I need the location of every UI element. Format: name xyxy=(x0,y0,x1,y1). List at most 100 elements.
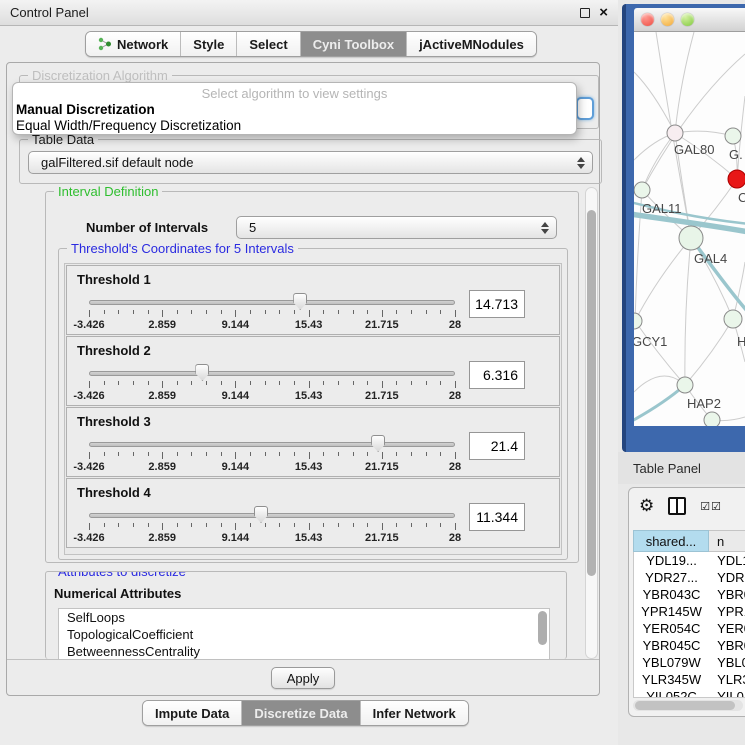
float-window-icon[interactable] xyxy=(580,8,590,18)
network-node-GAL4[interactable] xyxy=(679,226,703,250)
algorithm-menu-item[interactable]: Equal Width/Frequency Discretization xyxy=(13,118,576,134)
tab-select[interactable]: Select xyxy=(237,32,300,56)
zoom-traffic-light-icon[interactable] xyxy=(681,13,694,26)
table-cell[interactable]: YBR043C xyxy=(634,586,709,603)
table-cell[interactable]: YDL19... xyxy=(634,552,709,569)
table-scrollbar-thumb[interactable] xyxy=(635,701,735,710)
table-cell[interactable]: YLR345W xyxy=(634,671,709,688)
network-edge[interactable] xyxy=(635,190,642,321)
number-of-intervals-combobox[interactable]: 5 xyxy=(236,216,557,239)
slider-thumb[interactable] xyxy=(371,435,385,452)
network-node[interactable] xyxy=(704,412,720,426)
table-row[interactable]: YER054CYER0 xyxy=(634,620,745,637)
table-row[interactable]: YPR145WYPR1 xyxy=(634,603,745,620)
threshold-slider[interactable]: -3.4262.8599.14415.4321.71528 xyxy=(89,337,455,407)
select-columns-icon[interactable]: ☑☑ xyxy=(700,500,722,513)
network-node-GAL80[interactable] xyxy=(667,125,683,141)
network-node-HAP2[interactable] xyxy=(677,377,693,393)
slider-thumb[interactable] xyxy=(293,293,307,310)
network-edge[interactable] xyxy=(642,54,745,190)
network-edge[interactable] xyxy=(635,321,685,385)
slider-track[interactable] xyxy=(89,300,455,305)
network-edge[interactable] xyxy=(685,319,733,385)
algorithm-menu-item[interactable]: Manual Discretization xyxy=(13,102,576,118)
table-cell[interactable]: YDR27... xyxy=(634,569,709,586)
numerical-attributes-list[interactable]: SelfLoopsTopologicalCoefficientBetweenne… xyxy=(58,608,550,659)
table-cell[interactable]: YDL1 xyxy=(709,552,745,569)
threshold-value-field[interactable]: 6.316 xyxy=(469,361,525,389)
table-cell[interactable]: YBR0 xyxy=(709,637,745,654)
tab-cyni-toolbox[interactable]: Cyni Toolbox xyxy=(301,32,407,56)
network-node-C[interactable] xyxy=(728,170,745,188)
slider-track[interactable] xyxy=(89,442,455,447)
apply-button[interactable]: Apply xyxy=(271,667,335,689)
table-row[interactable]: YDL19...YDL1 xyxy=(634,552,745,569)
network-edge-highlighted[interactable] xyxy=(691,238,745,312)
tab-impute-data[interactable]: Impute Data xyxy=(143,701,242,725)
attribute-list-item[interactable]: SelfLoops xyxy=(59,609,549,626)
table-cell[interactable]: YBR045C xyxy=(634,637,709,654)
table-cell[interactable]: YBL0 xyxy=(709,654,745,671)
table-row[interactable]: YDR27...YDR2 xyxy=(634,569,745,586)
threshold-slider[interactable]: -3.4262.8599.14415.4321.71528 xyxy=(89,408,455,478)
network-node-GCY1[interactable] xyxy=(634,313,642,329)
gear-icon[interactable]: ⚙ xyxy=(639,496,654,516)
algorithm-combobox-focused[interactable] xyxy=(576,97,594,120)
network-node-H[interactable] xyxy=(724,310,742,328)
network-edge[interactable] xyxy=(675,131,733,136)
network-edge[interactable] xyxy=(634,72,675,133)
table-cell[interactable]: YER054C xyxy=(634,620,709,637)
minimize-traffic-light-icon[interactable] xyxy=(661,13,674,26)
threshold-value-field[interactable]: 14.713 xyxy=(469,290,525,318)
threshold-value-field[interactable]: 11.344 xyxy=(469,503,525,531)
table-cell[interactable]: YPR145W xyxy=(634,603,709,620)
table-cell[interactable]: YPR1 xyxy=(709,603,745,620)
tab-discretize-data[interactable]: Discretize Data xyxy=(242,701,360,725)
attribute-list-item[interactable]: BetweennessCentrality xyxy=(59,643,549,659)
network-edge[interactable] xyxy=(675,32,694,133)
table-row[interactable]: YBR045CYBR0 xyxy=(634,637,745,654)
list-scrollbar[interactable] xyxy=(538,611,547,645)
network-edge[interactable] xyxy=(685,238,691,385)
slider-thumb[interactable] xyxy=(254,506,268,523)
tab-network[interactable]: Network xyxy=(86,32,181,56)
table-cell[interactable]: YBL079W xyxy=(634,654,709,671)
network-canvas[interactable]: GAL80G.CGAL11GAL4GCY1HHAP2 xyxy=(634,32,745,426)
table-horizontal-scrollbar[interactable] xyxy=(633,700,743,711)
tab-style[interactable]: Style xyxy=(181,32,237,56)
table-row[interactable]: YBL079WYBL0 xyxy=(634,654,745,671)
panel-scrollbar[interactable] xyxy=(585,187,598,659)
network-window-titlebar[interactable] xyxy=(634,8,745,32)
split-panel-icon[interactable] xyxy=(668,497,686,515)
column-header[interactable]: n xyxy=(709,530,745,552)
table-cell[interactable]: YIL0 xyxy=(709,688,745,698)
table-cell[interactable]: YDR2 xyxy=(709,569,745,586)
network-node-GAL11[interactable] xyxy=(634,182,650,198)
column-header[interactable]: shared... xyxy=(633,530,709,552)
table-cell[interactable]: YIL052C xyxy=(634,688,709,698)
network-node-label: GAL11 xyxy=(642,201,682,216)
tab-jactivemnodules[interactable]: jActiveMNodules xyxy=(407,32,536,56)
close-icon[interactable]: × xyxy=(599,8,608,18)
table-row[interactable]: YLR345WYLR3 xyxy=(634,671,745,688)
threshold-slider[interactable]: -3.4262.8599.14415.4321.71528 xyxy=(89,479,455,549)
threshold-slider[interactable]: -3.4262.8599.14415.4321.71528 xyxy=(89,266,455,336)
table-data-combobox[interactable]: galFiltered.sif default node xyxy=(28,151,593,174)
close-traffic-light-icon[interactable] xyxy=(641,13,654,26)
tab-infer-network[interactable]: Infer Network xyxy=(361,701,468,725)
table-row[interactable]: YBR043CYBR0 xyxy=(634,586,745,603)
slider-track[interactable] xyxy=(89,371,455,376)
table-row[interactable]: YIL052CYIL0 xyxy=(634,688,745,698)
table-cell[interactable]: YLR3 xyxy=(709,671,745,688)
panel-scrollbar-thumb[interactable] xyxy=(587,210,596,576)
network-edge[interactable] xyxy=(635,238,691,321)
network-edge-highlighted[interactable] xyxy=(634,385,685,422)
slider-thumb[interactable] xyxy=(195,364,209,381)
network-node-G[interactable] xyxy=(725,128,741,144)
table-cell[interactable]: YBR0 xyxy=(709,586,745,603)
network-graph[interactable]: GAL80G.CGAL11GAL4GCY1HHAP2 xyxy=(634,32,745,426)
attribute-list-item[interactable]: TopologicalCoefficient xyxy=(59,626,549,643)
slider-track[interactable] xyxy=(89,513,455,518)
table-cell[interactable]: YER0 xyxy=(709,620,745,637)
threshold-value-field[interactable]: 21.4 xyxy=(469,432,525,460)
